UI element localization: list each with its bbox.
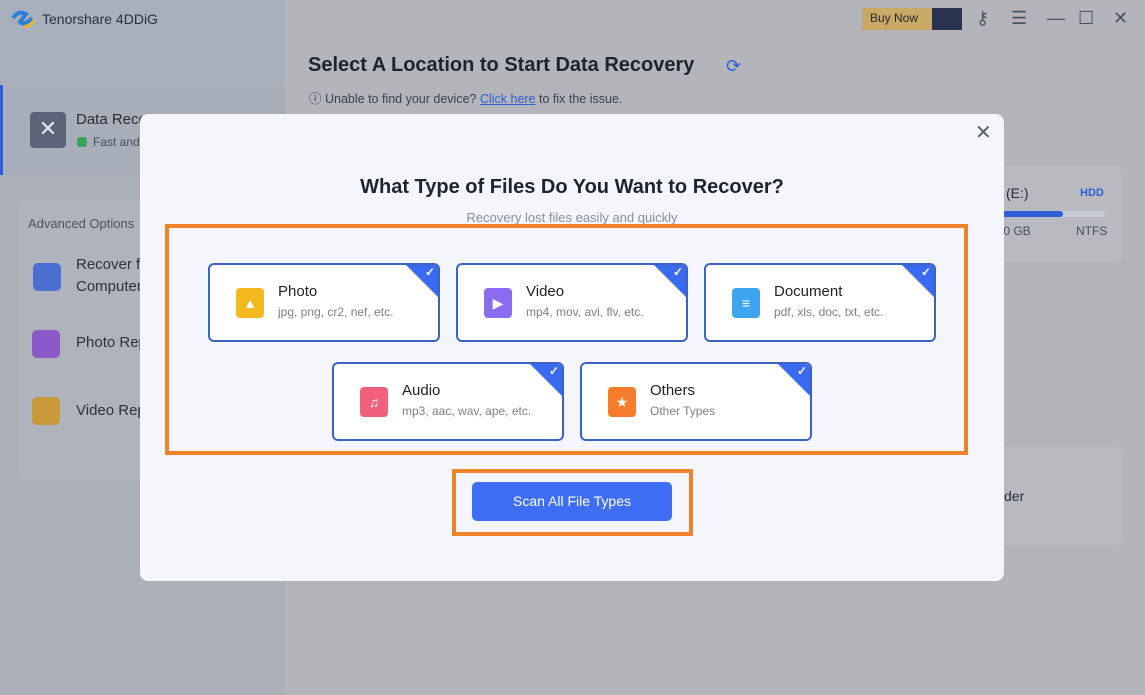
shield-check-icon: [77, 137, 87, 147]
check-icon: ✓: [424, 265, 435, 279]
file-type-card-others[interactable]: ✓ ★ Others Other Types: [580, 362, 812, 441]
advanced-options-title: Advanced Options: [28, 216, 135, 231]
modal-title: What Type of Files Do You Want to Recove…: [360, 176, 784, 198]
scan-all-file-types-button[interactable]: Scan All File Types: [472, 482, 672, 521]
refresh-icon[interactable]: ⟳: [726, 56, 741, 77]
file-type-card-video[interactable]: ✓ ▶ Video mp4, mov, avi, flv, etc.: [456, 263, 688, 342]
drive-name: (E:): [1006, 185, 1029, 201]
file-type-desc: jpg, png, cr2, nef, etc.: [278, 305, 394, 319]
check-icon: ✓: [920, 265, 931, 279]
drive-type: HDD: [1080, 187, 1104, 199]
check-icon: ✓: [548, 364, 559, 378]
file-type-desc: Other Types: [650, 404, 716, 418]
file-type-name: Video: [526, 283, 565, 300]
drive-usage-fill: [1000, 211, 1063, 217]
click-here-link[interactable]: Click here: [480, 92, 536, 106]
sidebar-item-sub: Fast and: [93, 135, 140, 149]
file-type-name: Others: [650, 382, 696, 399]
file-type-card-photo[interactable]: ✓ ▲ Photo jpg, png, cr2, nef, etc.: [208, 263, 440, 342]
tools-drive-icon: ✕: [30, 112, 66, 148]
help-icon: ⓘ: [309, 92, 325, 106]
photo-icon: ▲: [236, 288, 264, 318]
label: Recover fr: [76, 256, 146, 273]
key-icon[interactable]: ⚷: [976, 8, 989, 29]
help-text: ⓘ Unable to find your device? Click here…: [309, 88, 622, 107]
drive-fs: NTFS: [1076, 224, 1108, 238]
sidebar-item-label: Data Reco: [76, 111, 147, 128]
sidebar-item-video-repair[interactable]: Video Rep: [76, 400, 146, 422]
sidebar-item-photo-repair[interactable]: Photo Rep: [76, 332, 147, 354]
drive-usage-bar: [1000, 211, 1105, 217]
maximize-icon[interactable]: ☐: [1078, 8, 1094, 29]
help-suffix: to fix the issue.: [539, 92, 623, 106]
label-line2: Computer: [76, 278, 142, 295]
help-prefix: Unable to find your device?: [324, 92, 477, 106]
close-window-icon[interactable]: ✕: [1113, 8, 1128, 29]
sidebar-item-recover-computer[interactable]: Recover fr Computer: [76, 254, 145, 298]
file-type-desc: mp4, mov, avi, flv, etc.: [526, 305, 644, 319]
menu-icon[interactable]: ☰: [1011, 8, 1027, 29]
audio-icon: ♫: [360, 387, 388, 417]
check-icon: ✓: [796, 364, 807, 378]
photo-repair-icon: [32, 330, 60, 358]
computer-icon: [33, 263, 61, 291]
buy-now-button[interactable]: Buy Now: [862, 8, 962, 30]
file-type-desc: pdf, xls, doc, txt, etc.: [774, 305, 884, 319]
file-type-name: Audio: [402, 382, 441, 399]
page-title: Select A Location to Start Data Recovery: [308, 54, 695, 76]
file-type-card-document[interactable]: ✓ ≡ Document pdf, xls, doc, txt, etc.: [704, 263, 936, 342]
location-card-label: der: [1004, 488, 1025, 504]
others-icon: ★: [608, 387, 636, 417]
document-icon: ≡: [732, 288, 760, 318]
close-icon[interactable]: ✕: [975, 120, 992, 145]
file-type-name: Photo: [278, 283, 318, 300]
file-type-desc: mp3, aac, wav, ape, etc.: [402, 404, 532, 418]
modal-subtitle: Recovery lost files easily and quickly: [466, 210, 678, 225]
app-logo-icon: [11, 10, 36, 28]
file-type-card-audio[interactable]: ✓ ♫ Audio mp3, aac, wav, ape, etc.: [332, 362, 564, 441]
check-icon: ✓: [672, 265, 683, 279]
file-type-name: Document: [774, 283, 843, 300]
minimize-icon[interactable]: —: [1047, 8, 1065, 29]
video-icon: ▶: [484, 288, 512, 318]
drive-size: .0 GB: [1000, 224, 1031, 238]
video-repair-icon: [32, 397, 60, 425]
app-title: Tenorshare 4DDiG: [42, 11, 158, 27]
